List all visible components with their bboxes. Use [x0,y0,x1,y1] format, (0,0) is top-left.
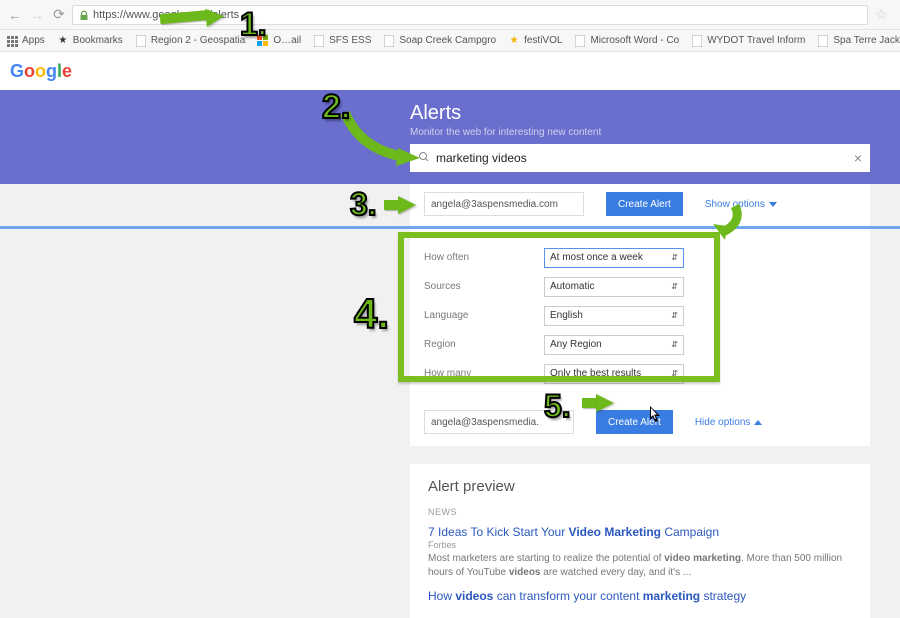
chevron-updown-icon: ⇵ [671,253,678,262]
bookmark-label: Apps [22,35,45,46]
bookmark-label: Spa Terre Jackson Ho [833,35,900,46]
option-select[interactable]: Only the best results ⇵ [544,364,684,384]
bookmark-icon [313,35,325,47]
preview-title: Alert preview [428,478,852,495]
chevron-updown-icon: ⇵ [671,311,678,320]
option-value: Any Region [550,339,602,350]
bookmark-icon: ★ [57,35,69,47]
annotation-4: 4. [354,290,389,338]
header: Google [0,52,900,90]
preview-item-title[interactable]: How videos can transform your content ma… [428,589,852,603]
chevron-down-icon [769,202,777,207]
annotation-3: 3. [350,186,377,223]
bookmark-item[interactable]: SFS ESS [307,35,377,47]
preview-section: NEWS [428,507,852,517]
alert-search[interactable]: marketing videos × [410,144,870,172]
bookmark-icon [135,35,147,47]
bookmark-icon: ★ [508,35,520,47]
bookmark-item[interactable]: O…ail [251,35,307,47]
bookmark-item[interactable]: Apps [0,35,51,47]
bookmark-item[interactable]: WYDOT Travel Inform [685,35,811,47]
email-field-bottom[interactable] [424,410,574,434]
option-select[interactable]: Automatic ⇵ [544,277,684,297]
option-select[interactable]: Any Region ⇵ [544,335,684,355]
bookmark-label: WYDOT Travel Inform [707,35,805,46]
alert-preview: Alert preview NEWS 7 Ideas To Kick Start… [410,464,870,618]
preview-item-body: Most marketers are starting to realize t… [428,552,852,579]
create-alert-button-top[interactable]: Create Alert [606,192,683,216]
search-icon [418,151,430,166]
bookmark-item[interactable]: Soap Creek Campgro [377,35,502,47]
option-value: Automatic [550,281,594,292]
option-label: How often [424,252,544,263]
preview-item: How videos can transform your content ma… [428,589,852,603]
bookmark-label: Region 2 - Geospatia [151,35,246,46]
url-text: https://www.google.com/alerts [93,9,239,21]
bookmark-label: Bookmarks [73,35,123,46]
bookmark-icon [574,35,586,47]
bookmark-label: SFS ESS [329,35,371,46]
bookmark-item[interactable]: Microsoft Word - Co [568,35,685,47]
page-title: Alerts [410,102,870,125]
option-label: How many [424,368,544,379]
bookmark-label: Microsoft Word - Co [590,35,679,46]
bookmark-item[interactable]: Spa Terre Jackson Ho [811,35,900,47]
bookmark-label: festiVOL [524,35,562,46]
clear-icon[interactable]: × [854,150,862,166]
option-value: At most once a week [550,252,643,263]
bookmark-icon [257,35,269,47]
hero-banner: Alerts Monitor the web for interesting n… [0,90,900,184]
chevron-updown-icon: ⇵ [671,340,678,349]
option-row: How many Only the best results ⇵ [424,359,856,388]
chevron-updown-icon: ⇵ [671,282,678,291]
search-value: marketing videos [436,151,854,165]
options-panel: How oftenAt most once a week⇵SourcesAuto… [410,229,870,402]
back-button[interactable]: ← [6,6,24,24]
preview-item-source: Forbes [428,540,852,550]
option-label: Sources [424,281,544,292]
bookmark-item[interactable]: Region 2 - Geospatia [129,35,252,47]
bookmark-label: Soap Creek Campgro [399,35,496,46]
show-options-link[interactable]: Show options [705,199,777,210]
lock-icon [79,10,89,20]
reload-button[interactable]: ⟳ [50,6,68,24]
bookmark-icon [383,35,395,47]
option-label: Language [424,310,544,321]
forward-button[interactable]: → [28,6,46,24]
preview-item: 7 Ideas To Kick Start Your Video Marketi… [428,525,852,579]
bookmark-item[interactable]: ★ festiVOL [502,35,568,47]
bookmark-icon [691,35,703,47]
option-select[interactable]: English ⇵ [544,306,684,326]
option-label: Region [424,339,544,350]
browser-toolbar: ← → ⟳ https://www.google.com/alerts ☆ [0,0,900,30]
option-select[interactable]: At most once a week ⇵ [544,248,684,268]
option-value: English [550,310,583,321]
page-subtitle: Monitor the web for interesting new cont… [410,127,870,138]
preview-item-title[interactable]: 7 Ideas To Kick Start Your Video Marketi… [428,525,852,539]
favorite-button[interactable]: ☆ [872,6,890,24]
cursor-icon [650,406,664,429]
bookmark-icon [6,35,18,47]
create-row-bottom: Create Alert Hide options [410,402,870,446]
option-value: Only the best results [550,368,641,379]
option-row: Region Any Region ⇵ [424,330,856,359]
bookmark-icon [817,35,829,47]
bookmarks-bar: Apps ★ Bookmarks Region 2 - Geospatia O…ail S… [0,30,900,52]
bookmark-item[interactable]: ★ Bookmarks [51,35,129,47]
google-logo[interactable]: Google [10,61,72,82]
chevron-updown-icon: ⇵ [671,369,678,378]
chevron-up-icon [754,420,762,425]
hide-options-link[interactable]: Hide options [695,417,763,428]
email-field[interactable] [424,192,584,216]
create-row-top: Create Alert Show options [410,184,870,226]
bookmark-label: O…ail [273,35,301,46]
option-row: How often At most once a week ⇵ [424,243,856,272]
url-field[interactable]: https://www.google.com/alerts [72,5,868,25]
option-row: Sources Automatic ⇵ [424,272,856,301]
option-row: Language English ⇵ [424,301,856,330]
